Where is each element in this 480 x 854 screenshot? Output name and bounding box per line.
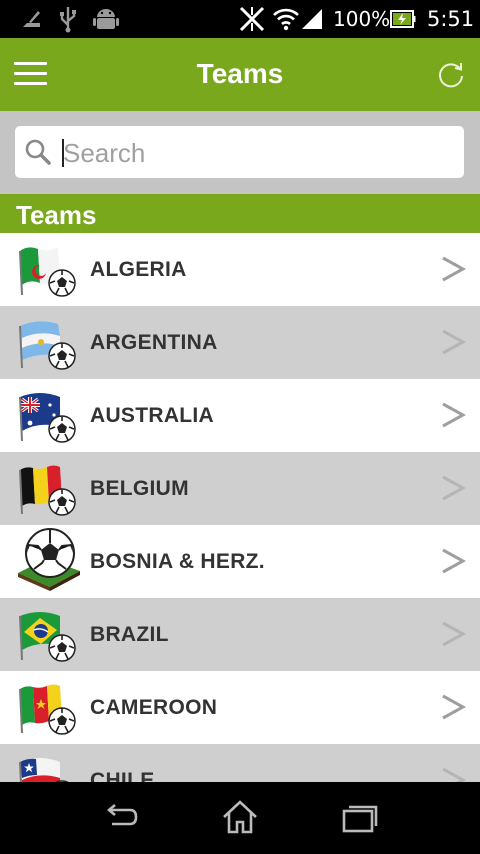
battery-charging-icon bbox=[390, 0, 416, 38]
team-name: BELGIUM bbox=[90, 477, 189, 500]
refresh-icon[interactable] bbox=[436, 60, 466, 90]
signal-icon bbox=[300, 0, 324, 38]
chevron-right-icon bbox=[440, 620, 467, 648]
team-name: CHILE bbox=[90, 769, 155, 782]
team-row-belgium[interactable]: BELGIUM bbox=[0, 452, 480, 525]
brazil-flag-ball-icon bbox=[16, 604, 82, 666]
team-name: BRAZIL bbox=[90, 623, 169, 646]
search-box[interactable] bbox=[15, 126, 464, 180]
chevron-right-icon bbox=[440, 693, 467, 721]
chevron-right-icon bbox=[440, 474, 467, 502]
recent-apps-icon[interactable] bbox=[338, 796, 382, 840]
chile-flag-ball-icon bbox=[16, 750, 82, 782]
android-icon bbox=[92, 0, 120, 38]
team-name: ARGENTINA bbox=[90, 331, 218, 354]
chevron-right-icon bbox=[440, 255, 467, 283]
ball-on-grass-icon bbox=[16, 528, 82, 593]
team-name: AUSTRALIA bbox=[90, 404, 215, 427]
status-time: 5:51 bbox=[427, 7, 475, 31]
team-name: CAMEROON bbox=[90, 696, 218, 719]
system-nav-bar bbox=[0, 782, 480, 854]
chevron-right-icon bbox=[440, 328, 467, 356]
wifi-icon bbox=[272, 0, 300, 38]
team-row-cameroon[interactable]: CAMEROON bbox=[0, 671, 480, 744]
back-icon[interactable] bbox=[98, 796, 142, 840]
chevron-right-icon bbox=[440, 401, 467, 429]
cameroon-flag-ball-icon bbox=[16, 677, 82, 739]
no-sim-icon bbox=[238, 0, 266, 38]
search-bar-container bbox=[0, 111, 480, 194]
algeria-flag-ball-icon bbox=[16, 239, 82, 301]
argentina-flag-ball-icon bbox=[16, 312, 82, 374]
app-bar: Teams bbox=[0, 38, 480, 111]
page-title: Teams bbox=[196, 58, 284, 89]
status-bar: 100% 5:51 bbox=[0, 0, 480, 38]
team-row-bosnia[interactable]: BOSNIA & HERZ. bbox=[0, 525, 480, 598]
team-name: BOSNIA & HERZ. bbox=[90, 550, 265, 573]
belgium-flag-ball-icon bbox=[16, 458, 82, 520]
team-row-chile[interactable]: CHILE bbox=[0, 744, 480, 782]
team-row-brazil[interactable]: BRAZIL bbox=[0, 598, 480, 671]
usb-icon bbox=[58, 0, 78, 38]
section-title: Teams bbox=[16, 200, 97, 230]
team-list: ALGERIA ARGENTINA AUSTRALIA BELGIUM BOSN… bbox=[0, 233, 480, 782]
team-row-argentina[interactable]: ARGENTINA bbox=[0, 306, 480, 379]
search-icon bbox=[24, 138, 52, 166]
chevron-right-icon bbox=[440, 766, 467, 782]
team-name: ALGERIA bbox=[90, 258, 187, 281]
team-row-australia[interactable]: AUSTRALIA bbox=[0, 379, 480, 452]
battery-percent: 100% bbox=[333, 7, 391, 31]
home-icon[interactable] bbox=[218, 796, 262, 840]
chevron-right-icon bbox=[440, 547, 467, 575]
team-row-algeria[interactable]: ALGERIA bbox=[0, 233, 480, 306]
search-input[interactable] bbox=[62, 126, 455, 180]
section-header: Teams bbox=[0, 194, 480, 233]
notification-icon bbox=[20, 0, 44, 38]
australia-flag-ball-icon bbox=[16, 385, 82, 447]
